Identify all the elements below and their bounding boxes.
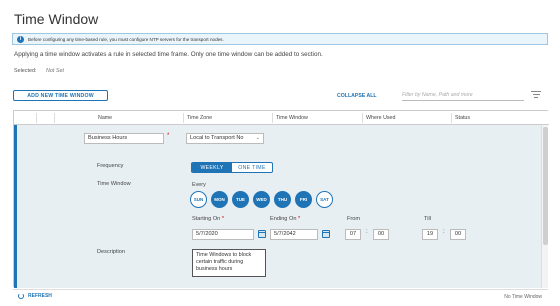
chevron-down-icon: ⌄ bbox=[255, 135, 260, 141]
footer-status: No Time Window bbox=[504, 294, 542, 300]
frequency-weekly-option[interactable]: WEEKLY bbox=[192, 163, 232, 172]
refresh-button[interactable]: REFRESH bbox=[18, 293, 52, 299]
scroll-thumb[interactable] bbox=[543, 127, 548, 245]
starting-on-label: Starting On * bbox=[192, 216, 225, 222]
page-description: Applying a time window activates a rule … bbox=[14, 51, 323, 58]
day-toggle-tue[interactable]: TUE bbox=[232, 191, 249, 208]
selected-status: Selected: Not Set bbox=[14, 68, 64, 74]
time-window-label: Time Window bbox=[97, 181, 131, 187]
day-toggle-fri[interactable]: FRI bbox=[295, 191, 312, 208]
time-zone-value: Local to Transport No bbox=[190, 135, 244, 141]
till-label: Till bbox=[424, 216, 431, 222]
selected-value: Not Set bbox=[45, 68, 64, 74]
name-field[interactable]: Business Hours bbox=[84, 133, 164, 144]
page-title: Time Window bbox=[14, 11, 99, 27]
refresh-label: REFRESH bbox=[28, 293, 52, 299]
refresh-icon bbox=[18, 293, 24, 299]
frequency-toggle: WEEKLY ONE TIME bbox=[191, 162, 273, 173]
ending-on-input[interactable]: 5/7/2042 bbox=[270, 229, 318, 240]
description-label: Description bbox=[97, 249, 125, 255]
time-separator: : bbox=[366, 229, 368, 235]
day-toggle-mon[interactable]: MON bbox=[211, 191, 228, 208]
filter-lines-icon[interactable] bbox=[531, 91, 541, 100]
name-required-marker: * bbox=[167, 133, 170, 139]
frequency-label: Frequency bbox=[97, 163, 124, 169]
day-toggle-sat[interactable]: SAT bbox=[316, 191, 333, 208]
collapse-all-button[interactable]: COLLAPSE ALL bbox=[337, 93, 377, 99]
column-header-where-used[interactable]: Where Used bbox=[366, 111, 395, 125]
calendar-icon[interactable] bbox=[322, 230, 330, 238]
vertical-scrollbar[interactable] bbox=[541, 125, 548, 288]
time-separator: : bbox=[443, 229, 445, 235]
description-textarea[interactable]: Time Windows to block certain traffic du… bbox=[192, 249, 266, 277]
info-banner: i Before configuring any time-based rule… bbox=[12, 33, 548, 45]
filter-input[interactable] bbox=[402, 90, 524, 101]
from-minute-input[interactable]: 00 bbox=[373, 229, 389, 240]
day-toggle-thu[interactable]: THU bbox=[274, 191, 291, 208]
column-header-name[interactable]: Name bbox=[98, 111, 112, 125]
grid-header: Name Time Zone Time Window Where Used St… bbox=[14, 111, 549, 125]
column-header-status[interactable]: Status bbox=[455, 111, 470, 125]
from-label: From bbox=[347, 216, 361, 222]
calendar-icon[interactable] bbox=[258, 230, 266, 238]
time-zone-select[interactable]: Local to Transport No ⌄ bbox=[186, 133, 264, 144]
day-toggle-wed[interactable]: WED bbox=[253, 191, 270, 208]
grid-footer: REFRESH No Time Window bbox=[13, 289, 548, 303]
from-hour-input[interactable]: 07 bbox=[345, 229, 361, 240]
ending-on-label: Ending On * bbox=[270, 216, 301, 222]
till-hour-input[interactable]: 19 bbox=[422, 229, 438, 240]
info-icon: i bbox=[17, 35, 24, 43]
till-minute-input[interactable]: 00 bbox=[450, 229, 466, 240]
every-label: Every bbox=[192, 182, 206, 188]
info-banner-text: Before configuring any time-based rule, … bbox=[28, 36, 224, 42]
selected-label: Selected: bbox=[14, 68, 37, 74]
day-selector: SUN MON TUE WED THU FRI SAT bbox=[190, 191, 337, 208]
column-header-time-window[interactable]: Time Window bbox=[276, 111, 308, 125]
frequency-one-time-option[interactable]: ONE TIME bbox=[232, 163, 272, 172]
add-time-window-button[interactable]: ADD NEW TIME WINDOW bbox=[13, 90, 108, 101]
day-toggle-sun[interactable]: SUN bbox=[190, 191, 207, 208]
column-header-time-zone[interactable]: Time Zone bbox=[187, 111, 212, 125]
starting-on-input[interactable]: 5/7/2020 bbox=[192, 229, 254, 240]
